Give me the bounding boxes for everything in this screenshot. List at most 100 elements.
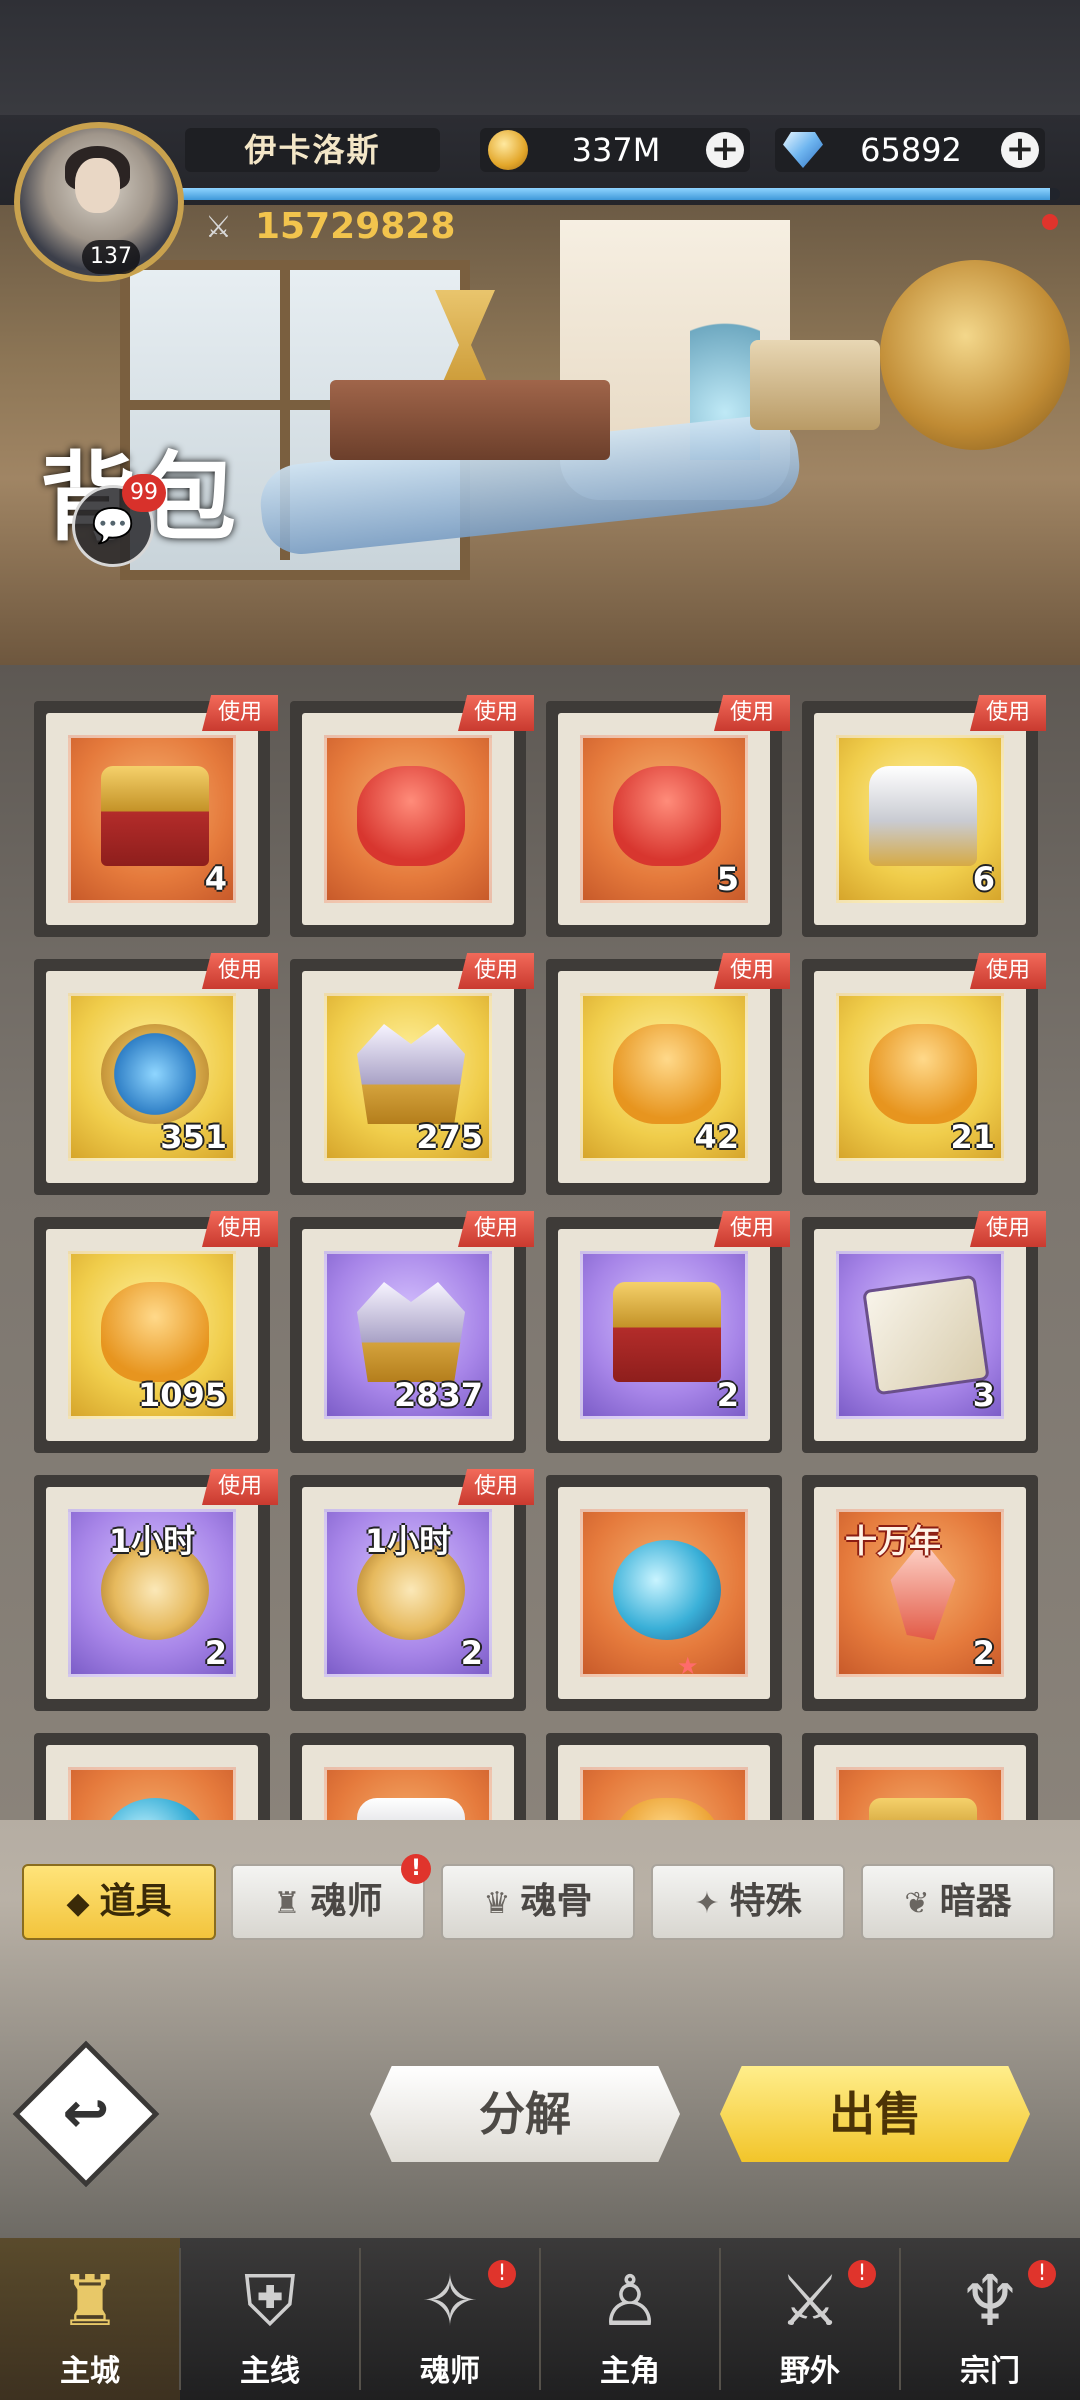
soul-bone-tab-icon: ♛ (483, 1886, 511, 1921)
player-level: 137 (82, 240, 140, 274)
nav-label: 主角 (600, 2354, 660, 2389)
use-button[interactable]: 使用 (714, 953, 790, 989)
use-button[interactable]: 使用 (202, 1211, 278, 1247)
orb-icon (101, 1798, 209, 1820)
nav-label: 主城 (60, 2354, 120, 2389)
nav-badge: ! (848, 2260, 876, 2288)
hood-icon: ♙ (598, 2260, 662, 2342)
inventory-slot[interactable]: ★ (546, 1475, 782, 1711)
sword-shield-icon: ⚔ (778, 2260, 842, 2342)
diamond-value: 65892 (860, 131, 962, 169)
combat-power: 15729828 (205, 205, 455, 249)
tab-hidden-weapon[interactable]: ❦ 暗器 (861, 1864, 1055, 1940)
player-name: 伊卡洛斯 (185, 128, 440, 172)
nav-label: 野外 (780, 2354, 840, 2389)
item-icon: 2837 (324, 1251, 492, 1419)
nav-item[interactable]: ⚔ 野外! (720, 2238, 900, 2400)
slot-frame (46, 1745, 258, 1820)
item-quantity: 4 (204, 860, 227, 898)
back-arrow-icon: ↩ (62, 2081, 110, 2146)
use-button[interactable]: 使用 (970, 953, 1046, 989)
notification-dot (1042, 214, 1058, 230)
chat-bubble-icon: 💬 (91, 506, 135, 546)
chest-icon (613, 1282, 721, 1382)
use-button[interactable]: 使用 (970, 695, 1046, 731)
inventory-slot[interactable] (546, 1733, 782, 1820)
crystal-icon (357, 1282, 465, 1382)
leaf-tab-icon: ❦ (904, 1886, 930, 1921)
inventory-slot[interactable] (34, 1733, 270, 1820)
inventory-slot[interactable]: 21 使用 (802, 953, 1046, 1195)
inventory-slot[interactable]: 十万年 2 (802, 1475, 1038, 1711)
nav-item[interactable]: ♙ 主角 (540, 2238, 720, 2400)
use-button[interactable]: 使用 (458, 953, 534, 989)
tab-badge: ! (401, 1854, 431, 1884)
use-button[interactable]: 使用 (970, 1211, 1046, 1247)
inventory-slot[interactable]: 42 使用 (546, 953, 790, 1195)
item-tag: 十万年 (845, 1522, 942, 1560)
sackg-icon (101, 1282, 209, 1382)
inventory-slot[interactable] (802, 1733, 1038, 1820)
use-button[interactable]: 使用 (202, 953, 278, 989)
inventory-slot[interactable]: 5 使用 (546, 695, 790, 937)
nav-label: 主线 (240, 2354, 300, 2389)
add-diamond-button[interactable]: + (1001, 132, 1039, 168)
use-button[interactable]: 使用 (458, 1469, 534, 1505)
slot-frame: 2837 (302, 1229, 514, 1441)
inventory-slot[interactable]: 2 使用 (546, 1211, 790, 1453)
nav-item[interactable]: ♜ 主城 (0, 2238, 180, 2400)
slot-frame: 2 (558, 1229, 770, 1441)
nav-badge: ! (1028, 2260, 1056, 2288)
item-icon: 十万年 2 (836, 1509, 1004, 1677)
item-quantity: 42 (694, 1118, 739, 1156)
tab-special[interactable]: ✦ 特殊 (651, 1864, 845, 1940)
slot-frame: 6 (814, 713, 1026, 925)
item-icon (836, 1767, 1004, 1820)
nav-label: 魂师 (420, 2354, 480, 2389)
tab-soul-master[interactable]: ♜ 魂师! (231, 1854, 431, 1940)
cards-icon (862, 1274, 990, 1396)
inventory-slot[interactable]: 1小时 2 使用 (34, 1469, 278, 1711)
tab-items[interactable]: ◆ 道具 (22, 1864, 216, 1940)
orb-icon (613, 1540, 721, 1640)
tab-soul-bone[interactable]: ♛ 魂骨 (441, 1864, 635, 1940)
use-button[interactable]: 使用 (714, 1211, 790, 1247)
sell-button[interactable]: 出售 (720, 2066, 1030, 2162)
use-button[interactable]: 使用 (202, 695, 278, 731)
item-quantity: 1095 (137, 1376, 227, 1414)
wing-tab-icon: ✦ (694, 1886, 720, 1921)
chest-icon (101, 766, 209, 866)
inventory-slot[interactable]: 6 使用 (802, 695, 1046, 937)
helm-icon (869, 766, 977, 866)
sect-icon: ♆ (958, 2260, 1022, 2342)
inventory-slot[interactable]: 使用 (290, 695, 534, 937)
item-icon: 351 (68, 993, 236, 1161)
inventory-slot[interactable]: 1095 使用 (34, 1211, 278, 1453)
item-icon: 6 (836, 735, 1004, 903)
slot-frame: ★ (558, 1487, 770, 1699)
slot-frame: 21 (814, 971, 1026, 1183)
nav-divider (899, 2248, 901, 2390)
item-quantity: 21 (950, 1118, 995, 1156)
decompose-button[interactable]: 分解 (370, 2066, 680, 2162)
inventory-slot[interactable]: 3 使用 (802, 1211, 1046, 1453)
use-button[interactable]: 使用 (202, 1469, 278, 1505)
use-button[interactable]: 使用 (714, 695, 790, 731)
use-button[interactable]: 使用 (458, 1211, 534, 1247)
nav-item[interactable]: ⛨ 主线 (180, 2238, 360, 2400)
inventory-slot[interactable]: 1小时 2 使用 (290, 1469, 534, 1711)
inventory-slot[interactable] (290, 1733, 526, 1820)
nav-item[interactable]: ✧ 魂师! (360, 2238, 540, 2400)
add-gold-button[interactable]: + (706, 132, 744, 168)
inventory-slot[interactable]: 351 使用 (34, 953, 278, 1195)
inventory-slot[interactable]: 275 使用 (290, 953, 534, 1195)
item-icon: 1小时 2 (324, 1509, 492, 1677)
crystal-icon (357, 1024, 465, 1124)
soul-master-tab-icon: ♜ (273, 1886, 301, 1921)
inventory-slot[interactable]: 2837 使用 (290, 1211, 534, 1453)
nav-item[interactable]: ♆ 宗门! (900, 2238, 1080, 2400)
nav-divider (719, 2248, 721, 2390)
use-button[interactable]: 使用 (458, 695, 534, 731)
inventory-slot[interactable]: 4 使用 (34, 695, 278, 937)
sackg-icon (613, 1024, 721, 1124)
